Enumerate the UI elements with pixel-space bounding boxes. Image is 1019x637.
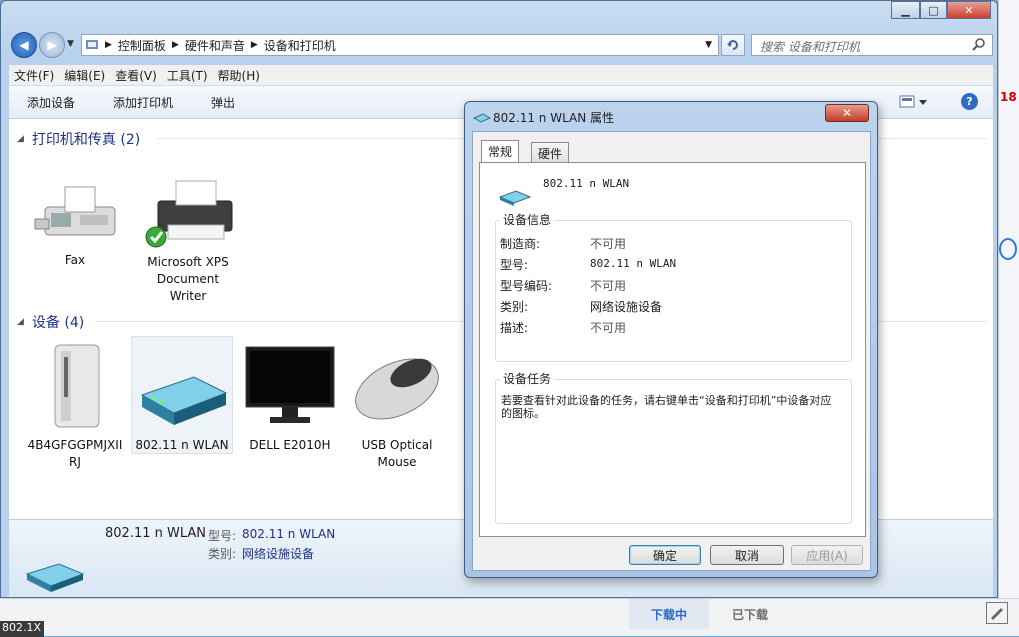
chevron-right-icon: ▶ (105, 40, 112, 50)
details-model-label: 型号: (208, 529, 237, 543)
dialog-body: 常规 硬件 802.11 n WLAN 设备信息 制造商: 不可用 型号: 80… (472, 131, 871, 571)
view-options-icon[interactable] (899, 95, 929, 112)
ok-button[interactable]: 确定 (629, 545, 701, 565)
refresh-icon (727, 40, 738, 50)
control-panel-icon (85, 37, 99, 54)
device-label: Fax (64, 253, 86, 267)
add-device-button[interactable]: 添加设备 (27, 94, 75, 111)
device-mouse[interactable]: USB Optical Mouse (346, 337, 448, 471)
maximize-button[interactable]: □ (920, 1, 947, 19)
info-value: 不可用 (590, 237, 627, 251)
info-key: 制造商: (500, 237, 541, 251)
minimize-button[interactable]: ▁ (891, 1, 920, 19)
details-category-value: 网络设施设备 (242, 547, 315, 561)
recent-pages-chevron-icon[interactable]: ▼ (67, 39, 74, 49)
details-model-value: 802.11 n WLAN (242, 527, 336, 541)
printer-icon (145, 180, 233, 248)
background-taskbar: 802.1X 下载中 已下载 (0, 598, 1019, 637)
device-tasks-title: 设备任务 (500, 370, 555, 387)
eject-button[interactable]: 弹出 (211, 94, 235, 111)
add-printer-button[interactable]: 添加打印机 (113, 94, 173, 111)
info-key: 描述: (500, 321, 529, 335)
monitor-icon (245, 346, 335, 423)
fax-icon (34, 186, 116, 236)
info-value: 802.11 n WLAN (590, 257, 677, 270)
details-device-name: 802.11 n WLAN (105, 526, 207, 541)
tab-panel-general: 802.11 n WLAN 设备信息 制造商: 不可用 型号: 802.11 n… (479, 162, 866, 537)
background-window-edge: 18 (998, 0, 1019, 636)
search-placeholder: 搜索 设备和打印机 (760, 40, 860, 54)
device-label: USB Optical Mouse (361, 438, 433, 469)
router-icon (25, 563, 85, 592)
device-info-title: 设备信息 (500, 211, 555, 228)
dialog-title: 802.11 n WLAN 属性 (493, 111, 615, 125)
dialog-close-button[interactable]: ✕ (825, 104, 869, 122)
device-label: 4B4GFGGPMJXIIRJ (27, 438, 123, 469)
search-icon[interactable] (972, 37, 986, 54)
info-value: 不可用 (590, 279, 627, 293)
info-value: 不可用 (590, 321, 627, 335)
device-label: 802.11 n WLAN (135, 438, 229, 452)
help-icon[interactable]: ? (961, 93, 978, 110)
tab-downloading[interactable]: 下载中 (629, 599, 709, 629)
collapse-triangle-icon[interactable]: ◢ (17, 134, 24, 144)
address-bar[interactable]: ▶ 控制面板 ▶ 硬件和声音 ▶ 设备和打印机 ▼ (81, 34, 719, 56)
play-icon[interactable] (999, 238, 1017, 260)
device-monitor[interactable]: DELL E2010H (239, 337, 341, 454)
breadcrumb-item[interactable]: 硬件和声音 (185, 37, 245, 54)
details-category-label: 类别: (208, 547, 237, 561)
info-key: 类别: (500, 300, 529, 314)
tab-general[interactable]: 常规 (481, 140, 520, 162)
chevron-right-icon: ▶ (250, 40, 258, 50)
router-icon (140, 376, 228, 425)
device-wlan[interactable]: 802.11 n WLAN (131, 336, 233, 454)
group-title: 打印机和传真 (2) (31, 132, 141, 148)
forward-button[interactable]: ▶ (39, 32, 65, 58)
menu-edit[interactable]: 编辑(E) (59, 67, 110, 84)
info-key: 型号: (500, 258, 529, 272)
address-dropdown-icon[interactable]: ▼ (705, 40, 712, 50)
background-number: 18 (1000, 90, 1017, 104)
info-key: 型号编码: (500, 279, 553, 293)
device-tasks-text: 若要查看针对此设备的任务，请右键单击“设备和打印机”中设备对应的图标。 (501, 394, 832, 420)
device-label: Microsoft XPS Document Writer (147, 255, 229, 303)
menu-help[interactable]: 帮助(H) (213, 67, 265, 84)
cancel-button[interactable]: 取消 (710, 545, 784, 565)
device-fax[interactable]: Fax (24, 177, 126, 269)
mouse-icon (355, 358, 439, 420)
group-title: 设备 (4) (31, 315, 85, 331)
tab-downloaded[interactable]: 已下载 (710, 599, 790, 629)
menu-view[interactable]: 查看(V) (110, 67, 162, 84)
device-computer[interactable]: 4B4GFGGPMJXIIRJ (24, 337, 126, 471)
router-icon (498, 190, 532, 206)
menu-bar: 文件(F) 编辑(E) 查看(V) 工具(T) 帮助(H) (9, 65, 993, 86)
breadcrumb-item[interactable]: 设备和打印机 (264, 37, 336, 54)
close-button[interactable]: ✕ (947, 1, 991, 19)
collapse-triangle-icon[interactable]: ◢ (17, 317, 24, 327)
breadcrumb-item[interactable]: 控制面板 (118, 37, 166, 54)
back-button[interactable]: ◀ (11, 32, 37, 58)
refresh-button[interactable] (721, 34, 745, 56)
group-header-devices[interactable]: ◢ 设备 (4) (17, 312, 84, 332)
device-label: DELL E2010H (249, 438, 331, 452)
info-value: 网络设施设备 (590, 300, 663, 314)
menu-tools[interactable]: 工具(T) (162, 67, 213, 84)
menu-file[interactable]: 文件(F) (9, 67, 59, 84)
search-input[interactable]: 搜索 设备和打印机 (751, 34, 993, 56)
tab-hardware[interactable]: 硬件 (531, 142, 570, 162)
edit-icon[interactable] (986, 602, 1008, 624)
chevron-right-icon: ▶ (171, 40, 179, 50)
computer-tower-icon (54, 344, 100, 428)
properties-dialog: 802.11 n WLAN 属性 ✕ 常规 硬件 802.11 n WLAN 设… (464, 101, 878, 578)
apply-button[interactable]: 应用(A) (791, 545, 863, 565)
router-icon (473, 113, 491, 123)
taskbar-label[interactable]: 802.1X (0, 621, 44, 637)
device-name: 802.11 n WLAN (543, 177, 630, 190)
device-xps-writer[interactable]: Microsoft XPS Document Writer (137, 177, 239, 305)
group-header-printers[interactable]: ◢ 打印机和传真 (2) (17, 129, 140, 149)
